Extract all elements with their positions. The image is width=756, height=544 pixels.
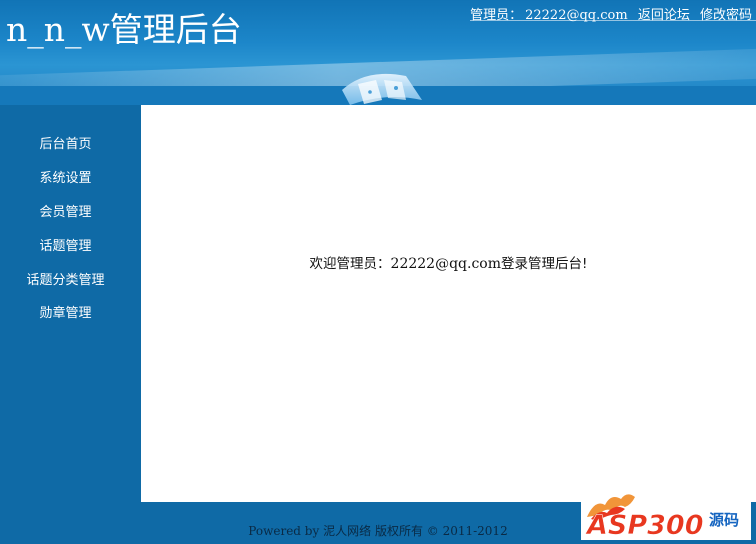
copyright-text: 版权所有 © 2011-2012 [374, 524, 508, 538]
sidebar-item-medal-management[interactable]: 勋章管理 [0, 302, 131, 321]
asp300-watermark-logo: ASP300 源码 [581, 487, 751, 541]
admin-email: 22222@qq.com [525, 8, 628, 23]
flame-logo-icon: ASP300 源码 [585, 494, 739, 541]
admin-label: 管理员： [470, 8, 523, 23]
welcome-message: 欢迎管理员：22222@qq.com登录管理后台! [141, 252, 756, 272]
window-logo-icon [342, 73, 422, 105]
top-user-links: 管理员： 22222@qq.com 返回论坛 修改密码 [467, 4, 752, 23]
sidebar-item-topic-management[interactable]: 话题管理 [0, 235, 131, 254]
sidebar-item-home[interactable]: 后台首页 [0, 133, 131, 152]
site-title: n_n_w管理后台 [6, 10, 242, 49]
welcome-email: 22222@qq.com [390, 256, 502, 272]
powered-by-text: Powered by [248, 524, 320, 538]
welcome-prefix: 欢迎管理员： [309, 256, 391, 272]
header-banner: n_n_w管理后台 管理员： 22222@qq.com 返回论坛 修改密码 [0, 0, 756, 105]
watermark-suffix: 源码 [709, 511, 739, 529]
welcome-suffix: 登录管理后台! [501, 256, 588, 272]
company-link[interactable]: 泥人网络 [323, 524, 371, 538]
main-content: 欢迎管理员：22222@qq.com登录管理后台! [141, 105, 756, 502]
watermark-brand: ASP300 [585, 510, 704, 540]
change-password-link[interactable]: 修改密码 [700, 8, 752, 23]
sidebar-item-member-management[interactable]: 会员管理 [0, 201, 131, 220]
sidebar-nav: 后台首页 系统设置 会员管理 话题管理 话题分类管理 勋章管理 [0, 105, 141, 540]
sidebar-item-system-settings[interactable]: 系统设置 [0, 167, 131, 186]
back-to-forum-link[interactable]: 返回论坛 [638, 8, 690, 23]
sidebar-item-topic-category-management[interactable]: 话题分类管理 [0, 269, 131, 288]
